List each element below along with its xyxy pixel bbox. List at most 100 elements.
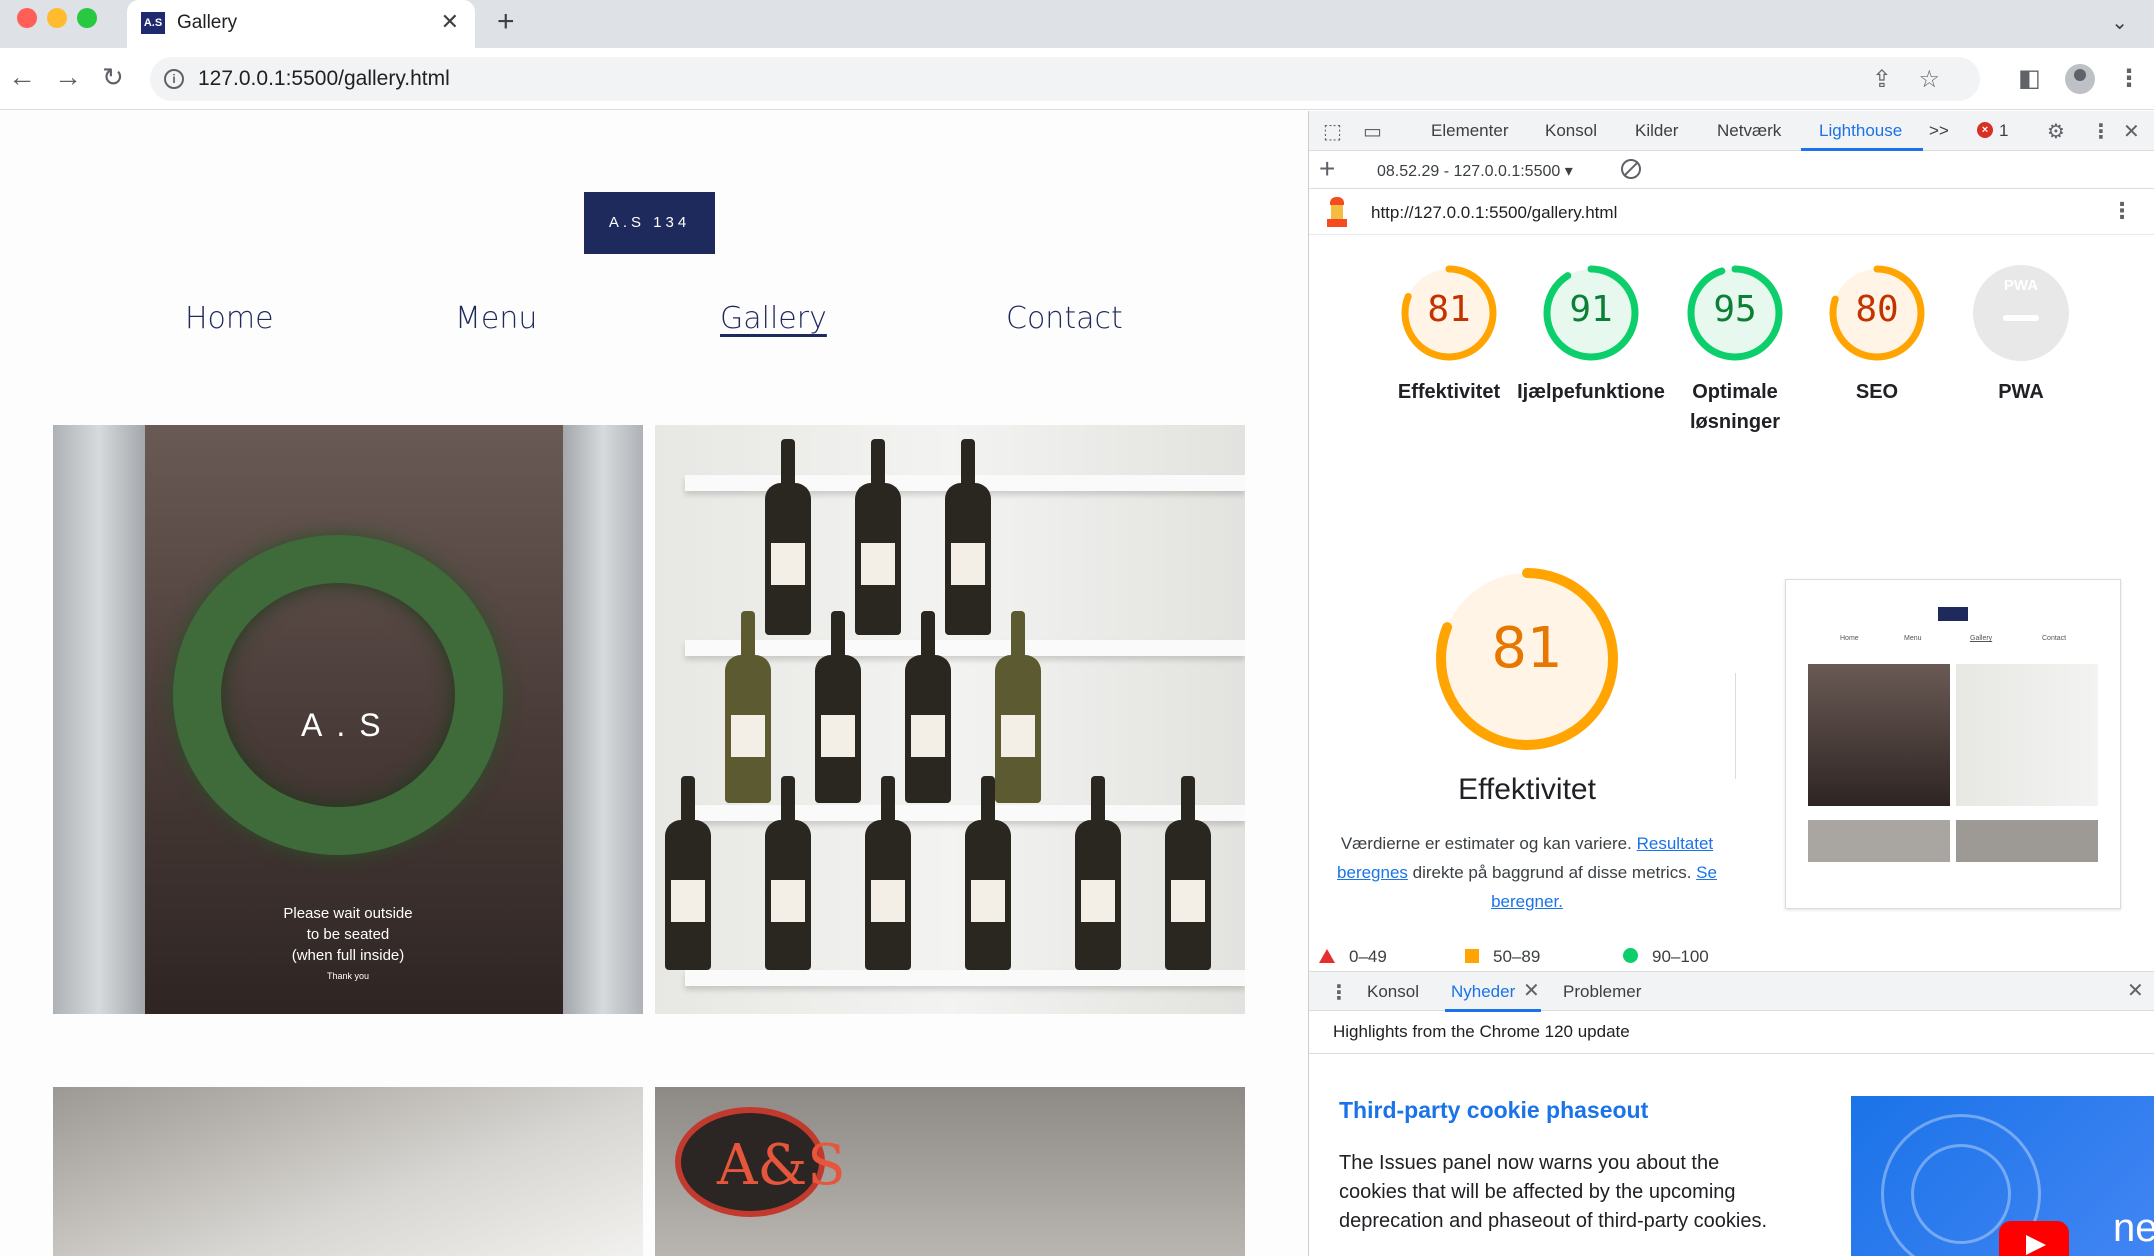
window-minimize-button[interactable]	[47, 8, 67, 28]
site-info-icon[interactable]: i	[164, 69, 184, 89]
score-gauge-pwa[interactable]: PWA PWA	[1951, 263, 2091, 407]
close-devtools-icon[interactable]: ✕	[2123, 119, 2140, 144]
door-sign-text: A.S	[301, 707, 395, 743]
main-score-value: 81	[1491, 616, 1563, 681]
report-selector[interactable]: 08.52.29 - 127.0.0.1:5500 ▾	[1377, 161, 1573, 181]
devtools-tab-netvaerk[interactable]: Netværk	[1717, 121, 1781, 141]
wine-bottle	[965, 776, 1011, 970]
door-frame	[563, 425, 643, 1014]
close-drawer-icon[interactable]: ✕	[2127, 978, 2144, 1003]
drawer-tab-problemer[interactable]: Problemer	[1563, 982, 1641, 1002]
drawer-tab-konsol[interactable]: Konsol	[1367, 982, 1419, 1002]
browser-tab-strip: A.S Gallery ✕ + ⌄	[0, 0, 2154, 48]
youtube-play-icon[interactable]	[1999, 1221, 2069, 1256]
neon-sign: A&S	[675, 1107, 846, 1217]
shelf	[685, 805, 1245, 821]
legend-label: 50–89	[1493, 947, 1541, 966]
nav-link-menu[interactable]: Menu	[455, 301, 537, 336]
new-tab-button[interactable]: +	[497, 5, 515, 39]
bookmark-star-icon[interactable]: ☆	[1918, 65, 1940, 94]
news-video-thumbnail[interactable]: ne	[1851, 1096, 2154, 1256]
pwa-badge-icon: PWA	[2003, 277, 2039, 294]
site-logo[interactable]: A.S 134	[584, 192, 715, 254]
devtools-panel: ⬚ ▭ Elementer Konsol Kilder Netværk Ligh…	[1308, 111, 2154, 1256]
score-gauge-hjaelpefunktioner[interactable]: 91 Ijælpefunktione	[1517, 263, 1665, 407]
browser-toolbar: ← → ↻ i 127.0.0.1:5500/gallery.html ⇪ ☆ …	[0, 48, 2154, 110]
device-toolbar-icon[interactable]: ▭	[1363, 119, 1382, 144]
devtools-tab-elementer[interactable]: Elementer	[1431, 121, 1508, 141]
clear-reports-icon[interactable]	[1621, 159, 1641, 179]
new-report-plus-icon[interactable]: +	[1319, 153, 1335, 185]
legend-pass: 90–100	[1623, 947, 1709, 967]
shelf	[685, 640, 1245, 656]
error-count[interactable]: 1	[1999, 121, 2008, 141]
wine-bottle	[855, 439, 901, 635]
error-icon[interactable]: ×	[1977, 122, 1993, 138]
tab-search-chevron-icon[interactable]: ⌄	[2111, 10, 2128, 35]
green-circle-icon	[1623, 948, 1638, 963]
score-gauge-effektivitet[interactable]: 81 Effektivitet	[1379, 263, 1519, 407]
forward-button[interactable]: →	[54, 62, 82, 92]
door-note-line: Please wait outside	[283, 905, 413, 922]
nav-link-contact[interactable]: Contact	[1006, 301, 1123, 336]
score-gauge-seo[interactable]: 80 SEO	[1807, 263, 1947, 407]
drawer-tab-bar: ⋮ Konsol Nyheder ✕ Problemer ✕	[1309, 971, 2154, 1012]
browser-tab-gallery[interactable]: A.S Gallery ✕	[127, 0, 475, 48]
wine-bottle	[765, 439, 811, 635]
share-icon[interactable]: ⇪	[1872, 65, 1892, 94]
lighthouse-url: http://127.0.0.1:5500/gallery.html	[1371, 203, 1618, 222]
tab-close-icon[interactable]: ✕	[441, 9, 459, 35]
side-panel-icon[interactable]: ◧	[2018, 64, 2041, 93]
address-url[interactable]: 127.0.0.1:5500/gallery.html	[198, 67, 450, 91]
browser-menu-icon[interactable]: ⋮	[2117, 64, 2141, 93]
divider	[1735, 673, 1736, 779]
wine-bottle	[945, 439, 991, 635]
more-tabs-chevron-icon[interactable]: >>	[1929, 121, 1949, 141]
legend-label: 0–49	[1349, 947, 1387, 966]
nav-link-home[interactable]: Home	[185, 301, 274, 336]
drawer-menu-icon[interactable]: ⋮	[1329, 980, 1349, 1005]
wine-bottle	[905, 611, 951, 803]
score-label: Effektivitet	[1397, 381, 1501, 403]
score-label: Ijælpefunktione	[1517, 381, 1665, 403]
door-note-line: to be seated	[306, 926, 390, 943]
close-tab-icon[interactable]: ✕	[1523, 978, 1540, 1003]
thumb-nav-item: Menu	[1904, 635, 1922, 642]
window-zoom-button[interactable]	[77, 8, 97, 28]
wine-bottle	[665, 776, 711, 970]
score-gauge-optimale-losninger[interactable]: 95 Optimale løsninger	[1665, 263, 1805, 437]
gallery-photo-dessert	[53, 1087, 643, 1256]
desc-text: direkte på baggrund af disse metrics.	[1412, 863, 1692, 882]
legend-fail: 0–49	[1319, 947, 1387, 967]
profile-avatar[interactable]	[2065, 64, 2095, 94]
devtools-tab-konsol[interactable]: Konsol	[1545, 121, 1597, 141]
shelf	[685, 970, 1245, 986]
decorative-ring	[1911, 1144, 2011, 1244]
thumb-image	[1956, 664, 2098, 806]
address-bar[interactable]: i 127.0.0.1:5500/gallery.html ⇪ ☆	[150, 57, 1980, 101]
red-triangle-icon	[1319, 949, 1335, 963]
lighthouse-toolbar: + 08.52.29 - 127.0.0.1:5500 ▾	[1309, 151, 2154, 189]
drawer-tab-nyheder[interactable]: Nyheder	[1451, 982, 1515, 1002]
wreath-graphic	[173, 535, 503, 855]
inspect-element-icon[interactable]: ⬚	[1323, 119, 1342, 144]
settings-gear-icon[interactable]: ⚙	[2047, 119, 2065, 144]
wine-bottle	[1075, 776, 1121, 970]
report-menu-icon[interactable]: ⋮	[2111, 198, 2133, 224]
report-selector-label: 08.52.29 - 127.0.0.1:5500	[1377, 163, 1561, 180]
back-button[interactable]: ←	[8, 62, 36, 92]
gallery-photo-neon-sign: A&S	[655, 1087, 1245, 1256]
legend-label: 90–100	[1652, 947, 1709, 966]
desc-text: Værdierne er estimater og kan variere.	[1340, 834, 1632, 853]
news-item-title[interactable]: Third-party cookie phaseout	[1339, 1097, 1648, 1124]
devtools-menu-icon[interactable]: ⋮	[2091, 119, 2111, 144]
devtools-tab-kilder[interactable]: Kilder	[1635, 121, 1678, 141]
page-screenshot-thumbnail[interactable]: Home Menu Gallery Contact	[1785, 579, 2121, 909]
main-score-title: Effektivitet	[1458, 773, 1596, 806]
window-close-button[interactable]	[17, 8, 37, 28]
nav-link-gallery[interactable]: Gallery	[720, 301, 827, 336]
devtools-tab-lighthouse[interactable]: Lighthouse	[1819, 121, 1902, 141]
reload-button[interactable]: ↻	[102, 62, 124, 92]
divider	[1309, 1053, 2154, 1054]
devtools-tab-bar: ⬚ ▭ Elementer Konsol Kilder Netværk Ligh…	[1309, 111, 2154, 151]
